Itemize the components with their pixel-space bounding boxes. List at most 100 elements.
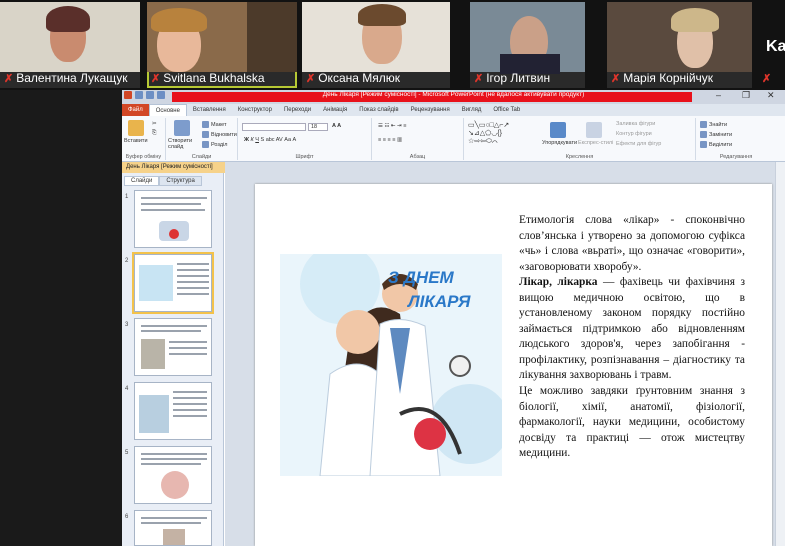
participant-name: ✗ Ігор Литвин xyxy=(474,71,551,85)
panel-tabs: Слайди Структура xyxy=(124,176,202,186)
participant-video xyxy=(302,2,450,72)
banner-line2: ЛІКАРЯ xyxy=(408,292,471,311)
tab-slideshow[interactable]: Показ слайдів xyxy=(353,104,404,116)
restore-icon[interactable]: ❐ xyxy=(742,90,750,101)
participant-tile[interactable]: ✗ Оксана Мялюк xyxy=(302,2,450,88)
tab-design[interactable]: Конструктор xyxy=(232,104,278,116)
paste-icon[interactable] xyxy=(128,120,144,136)
slide-thumbnail[interactable] xyxy=(134,510,212,546)
participant-name: ✗ Оксана Мялюк xyxy=(306,71,400,85)
participant-strip: ✗ Валентина Лукащук ✗ Svitlana Bukhalska ✗… xyxy=(0,0,785,90)
slides-panel: День Лікаря [Режим сумісності] Слайди Ст… xyxy=(122,162,262,546)
section-button[interactable]: Розділ xyxy=(202,141,227,148)
select-button[interactable]: Виділити xyxy=(700,141,732,148)
minimize-icon[interactable]: – xyxy=(716,90,721,100)
reset-button[interactable]: Відновити xyxy=(202,131,237,138)
etymology-paragraph: Етимологія слова «лікар» - споконвічно с… xyxy=(519,214,745,273)
close-icon[interactable]: ✕ xyxy=(767,90,775,101)
quick-styles-icon[interactable] xyxy=(586,122,602,138)
tab-view[interactable]: Вигляд xyxy=(456,104,488,116)
new-slide-icon[interactable] xyxy=(174,120,190,136)
tab-slides[interactable]: Слайди xyxy=(124,176,160,186)
slide-thumbnail[interactable] xyxy=(134,382,212,440)
participant-tile[interactable]: ✗ Svitlana Bukhalska xyxy=(147,2,297,88)
clipboard-group: Вставити ✂ ⎘ Буфер обміну xyxy=(122,118,166,160)
tab-animations[interactable]: Анімація xyxy=(317,104,353,116)
slide-thumbnail[interactable] xyxy=(134,446,212,504)
doctor-day-illustration: З ДНЕМ ЛІКАРЯ xyxy=(280,254,502,476)
slide-number: 5 xyxy=(125,450,129,456)
tab-review[interactable]: Рецензування xyxy=(405,104,456,116)
shapes-gallery[interactable]: ▭╲▭○□△⌐↗ ↘⊿△⬠◡{} ☆⇨⇦⬭⌒ xyxy=(468,121,509,146)
tab-insert[interactable]: Вставлення xyxy=(187,104,232,116)
slide-number: 6 xyxy=(125,514,129,520)
participant-video xyxy=(470,2,585,74)
slides-group: Створити слайд Макет Відновити Розділ Сл… xyxy=(166,118,238,160)
tab-file[interactable]: Файл xyxy=(122,104,149,116)
banner-line1: З ДНЕМ xyxy=(388,268,454,287)
participant-name: ✗ Валентина Лукащук xyxy=(4,71,128,85)
font-size-select[interactable]: 18 xyxy=(308,123,328,131)
clipboard-label: Буфер обміну xyxy=(125,154,162,160)
font-name-select[interactable] xyxy=(242,123,306,131)
paste-button[interactable]: Вставити xyxy=(124,138,148,144)
participant-name: ✗ xyxy=(762,72,771,85)
tab-office-tab[interactable]: Office Tab xyxy=(487,104,526,116)
title-bar: День Лікаря [Режим сумісності] - Microso… xyxy=(122,90,785,104)
slide-number: 1 xyxy=(125,194,129,200)
participant-tile[interactable]: ✗ Валентина Лукащук xyxy=(0,2,140,88)
knowledge-paragraph: Це можливо завдяки ґрунтовним знання з б… xyxy=(519,385,745,460)
ribbon-tabs: Файл Основне Вставлення Конструктор Пере… xyxy=(122,104,785,116)
slide-number: 4 xyxy=(125,386,129,392)
slides-label: Слайди xyxy=(191,154,212,160)
find-button[interactable]: Знайти xyxy=(700,121,727,128)
slide-thumbnail[interactable] xyxy=(134,318,212,376)
tab-outline[interactable]: Структура xyxy=(159,176,202,186)
participant-tile[interactable]: ✗ Марія Корнійчук xyxy=(607,2,752,88)
shape-outline-button[interactable]: Контур фігури xyxy=(616,131,652,137)
copy-icon[interactable]: ⎘ xyxy=(152,130,156,137)
mic-muted-icon: ✗ xyxy=(474,72,484,85)
list-icons[interactable]: ☰ ☷ ⇤ ⇥ ≡ xyxy=(378,123,406,129)
replace-button[interactable]: Замінити xyxy=(700,131,732,138)
mic-muted-icon: ✗ xyxy=(151,72,161,85)
mic-muted-icon: ✗ xyxy=(611,72,621,85)
arrange-button[interactable]: Упорядкувати xyxy=(542,140,577,146)
paragraph-label: Абзац xyxy=(409,154,426,160)
tab-home[interactable]: Основне xyxy=(148,104,187,116)
shape-effects-button[interactable]: Ефекти для фігур xyxy=(616,141,661,147)
powerpoint-window: День Лікаря [Режим сумісності] - Microso… xyxy=(122,90,785,546)
grow-font-icon[interactable]: A A xyxy=(332,123,341,129)
vertical-scrollbar[interactable] xyxy=(775,162,785,546)
participant-tile[interactable]: Ka ✗ xyxy=(758,2,785,88)
font-group: 18 A A Ж К Ч S abc AV Аа A Шрифт xyxy=(238,118,372,160)
font-label: Шрифт xyxy=(295,154,314,160)
shape-fill-button[interactable]: Заливка фігури xyxy=(616,121,655,127)
participant-name: ✗ Марія Корнійчук xyxy=(611,71,714,85)
mic-muted-icon: ✗ xyxy=(306,72,316,85)
format-buttons[interactable]: Ж К Ч S abc AV Аа A xyxy=(244,137,296,143)
layout-button[interactable]: Макет xyxy=(202,121,227,128)
slide-text[interactable]: Етимологія слова «лікар» - споконвічно с… xyxy=(519,213,745,462)
current-slide[interactable]: З ДНЕМ ЛІКАРЯ Етимологія слова «лікар» -… xyxy=(255,184,772,546)
arrange-icon[interactable] xyxy=(550,122,566,138)
ribbon: Вставити ✂ ⎘ Буфер обміну Створити слайд… xyxy=(122,116,785,162)
editing-group: Знайти Замінити Виділити Редагування xyxy=(696,118,776,160)
drawing-group: ▭╲▭○□△⌐↗ ↘⊿△⬠◡{} ☆⇨⇦⬭⌒ Упорядкувати Експре… xyxy=(464,118,696,160)
window-title: День Лікаря [Режим сумісності] - Microso… xyxy=(322,91,585,98)
align-icons[interactable]: ≡ ≡ ≡ ≡ ▥ xyxy=(378,137,402,143)
slide-number: 2 xyxy=(125,258,129,264)
editing-label: Редагування xyxy=(719,154,753,160)
new-slide-button[interactable]: Створити слайд xyxy=(168,138,200,150)
participant-tile[interactable]: ✗ Ігор Литвин xyxy=(470,2,585,88)
slide-thumbnail[interactable] xyxy=(134,190,212,248)
participant-initials: Ka xyxy=(766,38,785,55)
slide-thumbnail-selected[interactable] xyxy=(132,252,214,314)
mic-muted-icon: ✗ xyxy=(762,73,772,85)
quick-styles-button[interactable]: Експрес-стилі xyxy=(578,140,613,146)
participant-video xyxy=(147,2,297,72)
tab-transitions[interactable]: Переходи xyxy=(278,104,317,116)
cut-icon[interactable]: ✂ xyxy=(152,121,157,127)
participant-name: ✗ Svitlana Bukhalska xyxy=(151,71,265,85)
definition-term: Лікар, лікарка xyxy=(519,276,598,289)
